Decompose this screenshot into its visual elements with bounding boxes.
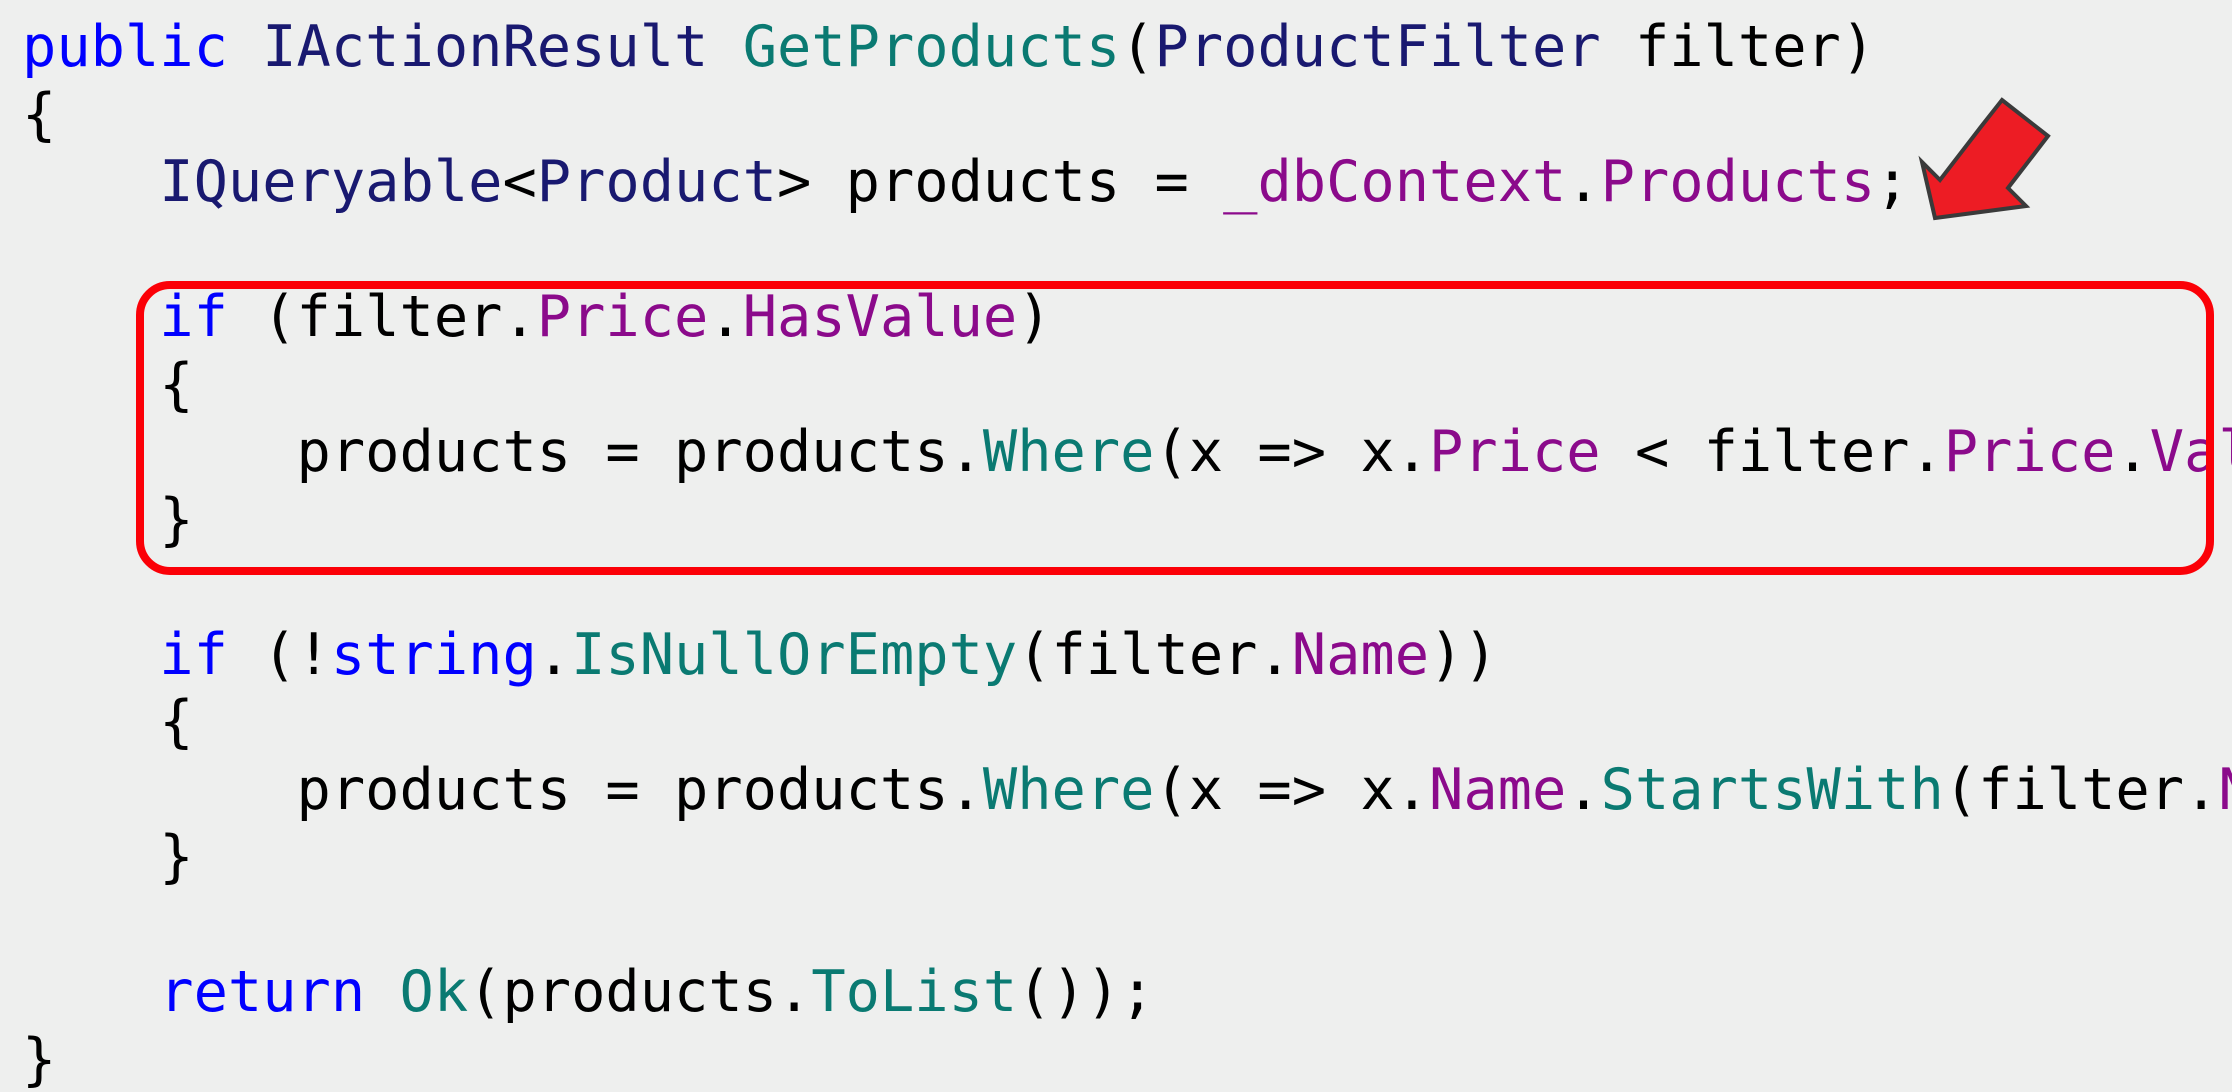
code-token-plain: (!	[227, 621, 331, 688]
code-token-plain: (filter.	[1017, 621, 1292, 688]
code-token-fn: ToList	[811, 959, 1018, 1025]
code-token-plain: .	[1566, 149, 1601, 215]
code-token-kw: if	[159, 284, 228, 350]
code-token-plain: }	[22, 1026, 57, 1092]
code-token-prop: HasValue	[742, 284, 1018, 350]
code-line[interactable]: return Ok(products.ToList());	[0, 959, 2232, 1027]
code-line[interactable]: public IActionResult GetProducts(Product…	[0, 14, 2232, 82]
code-token-plain: ))	[1429, 621, 1498, 688]
code-token-prop: Price	[1429, 419, 1601, 485]
code-token-plain: <	[502, 149, 537, 215]
code-token-fn: GetProducts	[742, 14, 1121, 80]
code-line[interactable]: {	[0, 82, 2232, 150]
code-token-plain: .	[536, 621, 572, 688]
code-token-plain: .	[708, 284, 743, 350]
code-token-plain: }	[159, 486, 194, 553]
code-token-prop: Price	[536, 284, 709, 350]
code-token-kw: if	[159, 621, 228, 688]
code-token-kw: return	[159, 959, 366, 1025]
code-token-plain: (x => x.	[1154, 756, 1430, 823]
code-token-type: IQueryable	[159, 149, 503, 215]
code-token-fn: Where	[982, 756, 1155, 823]
code-token-prop: Price	[1943, 419, 2116, 485]
code-token-kw: public	[22, 14, 228, 80]
code-line[interactable]	[0, 554, 2232, 622]
code-token-fn: Ok	[399, 959, 469, 1025]
code-token-plain: > products =	[777, 149, 1224, 215]
code-token-plain: (products.	[468, 959, 812, 1025]
code-line[interactable]: {	[0, 689, 2232, 757]
code-token-plain: {	[22, 81, 57, 148]
code-token-fn: Where	[982, 419, 1155, 485]
code-token-prop: Value	[2149, 419, 2232, 485]
code-line[interactable]: products = products.Where(x => x.Price <…	[0, 419, 2232, 487]
code-token-type: Product	[536, 149, 777, 215]
code-token-plain: < filter.	[1600, 419, 1944, 485]
code-token-type: ProductFilter	[1154, 14, 1601, 80]
code-token-prop: Name	[2218, 757, 2232, 823]
code-line[interactable]: {	[0, 352, 2232, 420]
code-token-plain: (	[1120, 14, 1155, 80]
code-line[interactable]: if (!string.IsNullOrEmpty(filter.Name))	[0, 622, 2232, 690]
code-line[interactable]: IQueryable<Product> products = _dbContex…	[0, 149, 2232, 217]
code-line[interactable]: if (filter.Price.HasValue)	[0, 284, 2232, 352]
code-token-prop: Name	[1429, 756, 1567, 823]
code-token-plain: products = products.	[296, 756, 983, 823]
code-token-plain: products = products.	[296, 419, 983, 485]
code-line[interactable]	[0, 892, 2232, 960]
code-token-plain: ;	[1875, 149, 1910, 215]
code-token-plain: .	[1566, 756, 1601, 823]
code-token-prop: _dbContext	[1223, 149, 1567, 215]
code-token-plain: filter)	[1600, 14, 1876, 80]
code-line[interactable]: }	[0, 487, 2232, 555]
code-token-plain: (x => x.	[1154, 419, 1430, 485]
code-editor-content[interactable]: public IActionResult GetProducts(Product…	[0, 0, 2232, 1092]
code-token-plain: (filter.	[1943, 756, 2219, 823]
code-token-plain: (filter.	[227, 284, 537, 350]
code-line[interactable]: products = products.Where(x => x.Name.St…	[0, 757, 2232, 825]
code-token-type: IActionResult	[262, 14, 709, 80]
code-token-plain: .	[2115, 419, 2150, 485]
code-token-fn: StartsWith	[1600, 756, 1944, 823]
code-line[interactable]	[0, 217, 2232, 285]
code-token-plain: {	[159, 351, 194, 418]
code-line[interactable]: }	[0, 1027, 2232, 1092]
code-screenshot: public IActionResult GetProducts(Product…	[0, 0, 2232, 1092]
code-token-prop: Name	[1291, 621, 1430, 688]
code-token-plain: {	[159, 689, 194, 755]
code-token-plain: }	[159, 824, 194, 890]
code-line[interactable]: }	[0, 824, 2232, 892]
code-token-plain: )	[1017, 284, 1052, 350]
code-token-plain: ());	[1017, 959, 1155, 1025]
code-token-fn: IsNullOrEmpty	[571, 621, 1018, 688]
code-token-kw: string	[330, 621, 537, 688]
code-token-prop: Products	[1600, 149, 1876, 215]
